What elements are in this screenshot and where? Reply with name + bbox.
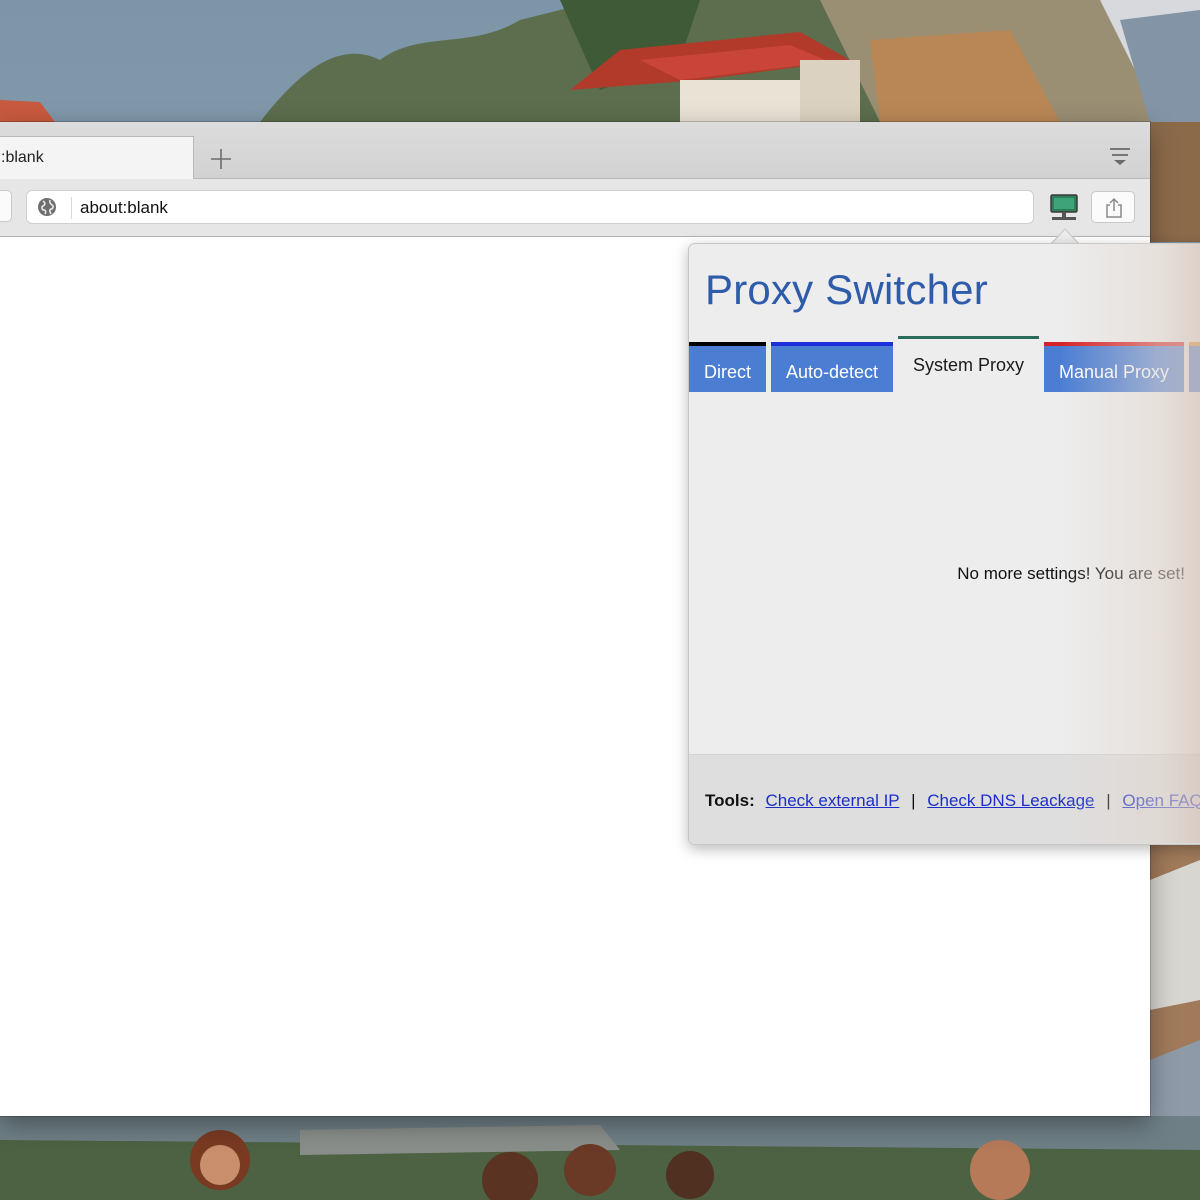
- share-button[interactable]: [1091, 191, 1135, 223]
- url-bar[interactable]: about:blank: [26, 190, 1034, 224]
- popup-footer: Tools: Check external IP | Check DNS Lea…: [689, 754, 1200, 844]
- back-button[interactable]: [0, 190, 12, 222]
- browser-tab[interactable]: :blank: [0, 136, 194, 179]
- proxy-mode-tabs: Direct Auto-detect System Proxy Manual P…: [689, 336, 1200, 396]
- tab-more[interactable]: [1189, 342, 1200, 392]
- tab-overview-icon: [1110, 148, 1130, 165]
- tool-separator: |: [1106, 791, 1111, 810]
- new-tab-icon: [211, 149, 231, 169]
- share-icon: [1106, 197, 1122, 218]
- settings-message: No more settings! You are set!: [957, 564, 1185, 583]
- proxy-switcher-icon: [1050, 194, 1078, 220]
- tool-separator: |: [911, 791, 916, 810]
- tab-strip: :blank: [0, 122, 1150, 179]
- proxy-switcher-extension-button[interactable]: [1048, 192, 1080, 224]
- tools-label: Tools:: [705, 791, 755, 810]
- check-dns-leakage-link[interactable]: Check DNS Leackage: [927, 791, 1094, 810]
- popup-title: Proxy Switcher: [705, 266, 988, 313]
- tab-system-proxy[interactable]: System Proxy: [898, 336, 1039, 396]
- new-tab-button[interactable]: [206, 144, 236, 174]
- tab-direct[interactable]: Direct: [689, 342, 766, 392]
- tab-manual-proxy[interactable]: Manual Proxy: [1044, 342, 1184, 392]
- proxy-switcher-popup: Proxy Switcher Direct Auto-detect System…: [688, 243, 1200, 845]
- url-divider: [71, 197, 72, 219]
- open-faq-link[interactable]: Open FAQ: [1122, 791, 1200, 810]
- check-external-ip-link[interactable]: Check external IP: [765, 791, 899, 810]
- browser-toolbar: about:blank: [0, 179, 1150, 237]
- popover-arrow-inner: [1052, 230, 1078, 244]
- tab-title: :blank: [1, 149, 44, 166]
- tab-overview-button[interactable]: [1106, 144, 1134, 170]
- globe-icon: [38, 198, 56, 216]
- tools-line: Tools: Check external IP | Check DNS Lea…: [705, 791, 1200, 811]
- url-input[interactable]: about:blank: [80, 198, 168, 218]
- tab-auto-detect[interactable]: Auto-detect: [771, 342, 893, 392]
